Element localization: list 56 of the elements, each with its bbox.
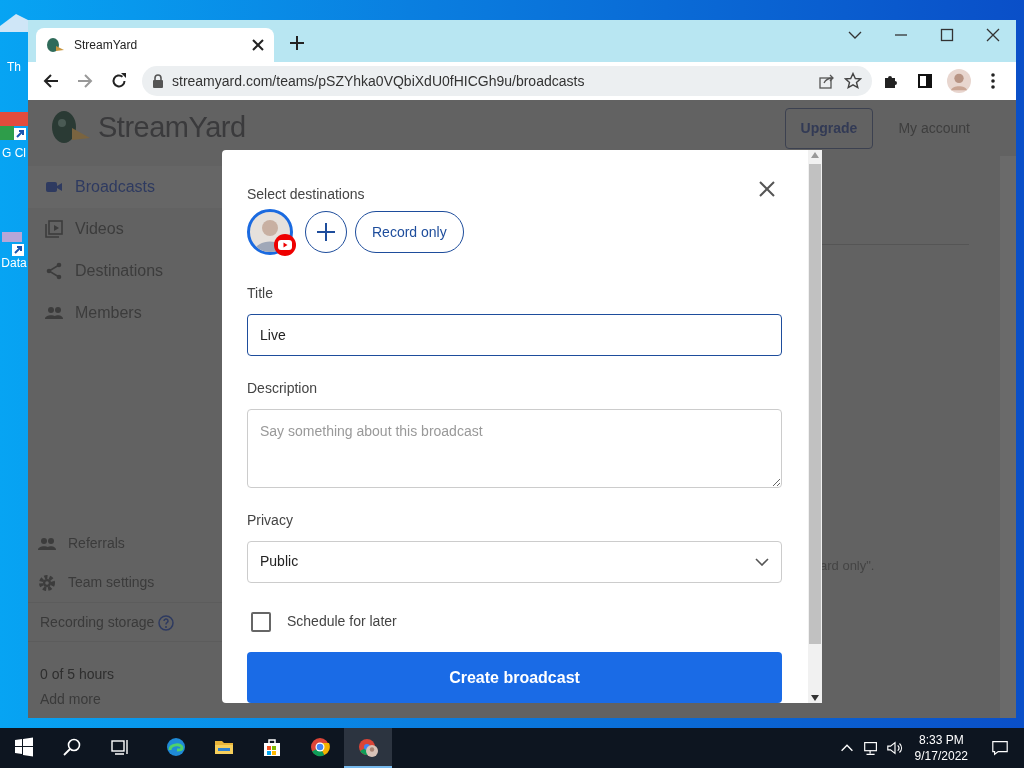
chevron-down-icon — [755, 557, 769, 566]
address-bar[interactable]: streamyard.com/teams/pSZYhka0VQbiXdU0fHICGh9u/broadcasts — [142, 66, 872, 96]
share-icon[interactable] — [818, 72, 836, 90]
maximize-icon[interactable] — [940, 28, 954, 42]
store-icon[interactable] — [262, 737, 282, 757]
section-label: Select destinations — [247, 185, 366, 204]
icon-label: G Cl — [1, 145, 27, 162]
lock-icon — [152, 74, 164, 88]
back-icon[interactable] — [42, 72, 60, 90]
duck-icon — [46, 37, 64, 53]
close-icon[interactable] — [986, 28, 1000, 42]
scrollbar[interactable] — [1000, 156, 1016, 718]
scroll-down-icon[interactable] — [811, 695, 819, 701]
video-platform-icon — [278, 240, 292, 250]
schedule-checkbox[interactable] — [251, 611, 271, 632]
field-label: Privacy — [247, 510, 294, 530]
create-broadcast-button[interactable]: Create broadcast — [247, 652, 782, 703]
browser-tab[interactable]: StreamYard — [36, 28, 274, 62]
profile-avatar-icon[interactable] — [947, 69, 971, 93]
windows-icon[interactable] — [14, 737, 34, 757]
scrollbar-thumb[interactable] — [809, 164, 821, 644]
plus-icon — [290, 36, 304, 50]
add-destination-button[interactable] — [305, 211, 347, 253]
notification-icon[interactable] — [991, 739, 1009, 757]
people-icon — [45, 304, 63, 322]
search-icon[interactable] — [62, 737, 82, 757]
title-field[interactable]: Live — [247, 314, 782, 357]
field-label: Description — [247, 379, 319, 399]
field-label: Title — [247, 284, 274, 303]
reload-icon[interactable] — [110, 72, 128, 90]
edge-icon[interactable] — [166, 737, 186, 757]
task-view-icon[interactable] — [110, 737, 130, 757]
close-icon[interactable] — [759, 181, 775, 197]
duck-logo-icon — [50, 110, 90, 146]
icon-label: Data — [0, 256, 28, 270]
chrome-profile-icon[interactable] — [358, 737, 378, 757]
star-icon[interactable] — [844, 72, 862, 90]
sidebar-panel-icon[interactable] — [916, 72, 934, 90]
icon-label: Th — [6, 60, 22, 74]
share-icon — [45, 262, 63, 280]
forward-icon[interactable] — [76, 72, 94, 90]
volume-icon[interactable] — [885, 739, 904, 757]
clock[interactable]: 8:33 PM 9/17/2022 — [906, 732, 976, 764]
privacy-select[interactable]: Public — [247, 540, 782, 583]
checkbox-label: Schedule for later — [287, 612, 397, 631]
record-only-button[interactable]: Record only — [355, 211, 464, 253]
settings-icon — [38, 573, 56, 592]
network-icon[interactable] — [861, 739, 880, 757]
close-icon[interactable] — [252, 39, 264, 51]
sidebar-item[interactable]: Broadcasts — [28, 166, 224, 208]
video-library-icon — [45, 220, 63, 238]
description-field[interactable]: Say something about this broadcast — [247, 409, 782, 488]
shortcut-icon[interactable] — [0, 112, 28, 140]
chrome-icon[interactable] — [310, 737, 330, 757]
destination-avatar[interactable] — [247, 209, 293, 255]
plus-icon — [317, 223, 335, 241]
